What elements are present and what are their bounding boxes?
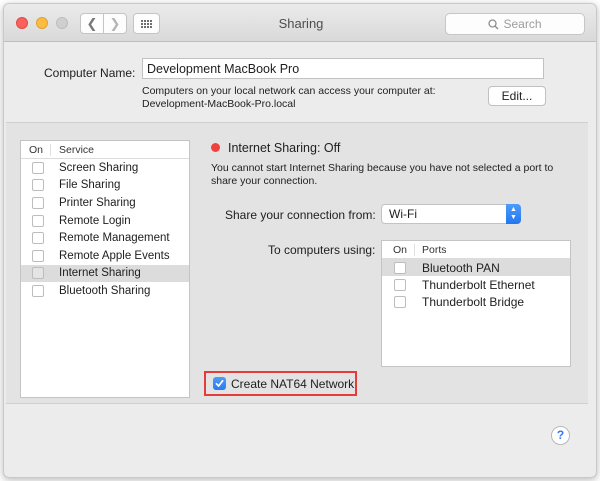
service-checkbox[interactable] bbox=[32, 232, 44, 245]
status-description-line1: You cannot start Internet Sharing becaus… bbox=[211, 162, 554, 174]
service-label: Remote Login bbox=[59, 214, 131, 227]
status-text: Internet Sharing: Off bbox=[228, 141, 341, 155]
share-from-select[interactable]: Wi-Fi ▲ ▼ bbox=[381, 204, 521, 224]
ports-header-ports: Ports bbox=[422, 243, 447, 256]
minimize-window-button[interactable] bbox=[36, 17, 48, 29]
port-checkbox[interactable] bbox=[394, 296, 406, 309]
service-label: Internet Sharing bbox=[59, 267, 141, 280]
port-label: Bluetooth PAN bbox=[422, 260, 500, 275]
service-row-selected[interactable]: Internet Sharing bbox=[21, 264, 189, 283]
close-window-button[interactable] bbox=[16, 17, 28, 29]
service-checkbox[interactable] bbox=[32, 267, 44, 280]
grid-icon bbox=[141, 19, 152, 28]
checkmark-icon bbox=[215, 379, 224, 387]
search-icon bbox=[488, 18, 499, 29]
ports-header-on: On bbox=[382, 243, 415, 256]
status-description: You cannot start Internet Sharing becaus… bbox=[211, 162, 571, 188]
service-checkbox[interactable] bbox=[32, 179, 44, 192]
service-checkbox[interactable] bbox=[32, 196, 44, 209]
service-label: Screen Sharing bbox=[59, 161, 139, 174]
zoom-window-button[interactable] bbox=[56, 17, 68, 29]
chevron-right-icon: ❯ bbox=[109, 15, 121, 31]
service-checkbox[interactable] bbox=[32, 249, 44, 262]
service-row[interactable]: Printer Sharing bbox=[21, 194, 189, 212]
search-placeholder: Search bbox=[503, 17, 542, 31]
chevron-left-icon: ❮ bbox=[86, 15, 98, 31]
nat64-checkbox[interactable] bbox=[213, 377, 226, 390]
computer-name-info: Computers on your local network can acce… bbox=[142, 85, 462, 111]
port-label: Thunderbolt Bridge bbox=[422, 295, 525, 310]
ports-table-header: On Ports bbox=[382, 241, 570, 259]
service-row[interactable]: Screen Sharing bbox=[21, 159, 189, 177]
service-row[interactable]: Remote Login bbox=[21, 212, 189, 230]
service-header-on: On bbox=[21, 143, 51, 156]
port-row[interactable]: Thunderbolt Ethernet bbox=[382, 276, 570, 293]
port-checkbox[interactable] bbox=[394, 261, 406, 274]
title-bar: ❮ ❯ Sharing Search bbox=[4, 4, 596, 42]
show-all-button[interactable] bbox=[133, 13, 160, 34]
computer-name-info-line1: Computers on your local network can acce… bbox=[142, 85, 436, 97]
updown-arrows-icon: ▲ ▼ bbox=[506, 204, 521, 224]
service-checkbox[interactable] bbox=[32, 161, 44, 174]
service-label: Printer Sharing bbox=[59, 196, 136, 209]
status-indicator bbox=[211, 143, 220, 152]
port-checkbox[interactable] bbox=[394, 278, 406, 291]
service-label: File Sharing bbox=[59, 179, 121, 192]
to-computers-label: To computers using: bbox=[268, 243, 376, 257]
nat64-label: Create NAT64 Network bbox=[231, 376, 355, 391]
service-label: Remote Management bbox=[59, 232, 170, 245]
ports-table[interactable]: On Ports Bluetooth PAN Thunderbolt Ether… bbox=[381, 240, 571, 367]
port-row-selected[interactable]: Bluetooth PAN bbox=[382, 259, 570, 277]
window-title: Sharing bbox=[278, 16, 324, 31]
service-label: Remote Apple Events bbox=[59, 249, 170, 262]
service-header-service: Service bbox=[59, 143, 95, 156]
computer-name-info-line2: Development-MacBook-Pro.local bbox=[142, 98, 296, 110]
port-row[interactable]: Thunderbolt Bridge bbox=[382, 294, 570, 311]
share-from-label: Share your connection from: bbox=[225, 208, 376, 222]
service-table[interactable]: On Service Screen Sharing File Sharing P… bbox=[20, 140, 190, 398]
search-field[interactable]: Search bbox=[445, 13, 585, 35]
help-button[interactable]: ? bbox=[551, 426, 570, 445]
service-row[interactable]: File Sharing bbox=[21, 177, 189, 195]
service-row[interactable]: Remote Apple Events bbox=[21, 247, 189, 265]
status-description-line2: share your connection. bbox=[211, 175, 318, 187]
service-checkbox[interactable] bbox=[32, 214, 44, 227]
nat64-highlight: Create NAT64 Network bbox=[204, 371, 357, 396]
forward-button[interactable]: ❯ bbox=[103, 13, 127, 34]
edit-button[interactable]: Edit... bbox=[488, 86, 546, 106]
service-table-header: On Service bbox=[21, 141, 189, 159]
service-checkbox[interactable] bbox=[32, 284, 44, 297]
service-label: Bluetooth Sharing bbox=[59, 284, 151, 297]
service-row[interactable]: Bluetooth Sharing bbox=[21, 282, 189, 300]
service-row[interactable]: Remote Management bbox=[21, 229, 189, 247]
share-from-value: Wi-Fi bbox=[389, 207, 417, 221]
computer-name-label: Computer Name: bbox=[44, 66, 136, 80]
back-button[interactable]: ❮ bbox=[80, 13, 104, 34]
computer-name-field[interactable]: Development MacBook Pro bbox=[142, 58, 544, 79]
port-label: Thunderbolt Ethernet bbox=[422, 277, 535, 292]
